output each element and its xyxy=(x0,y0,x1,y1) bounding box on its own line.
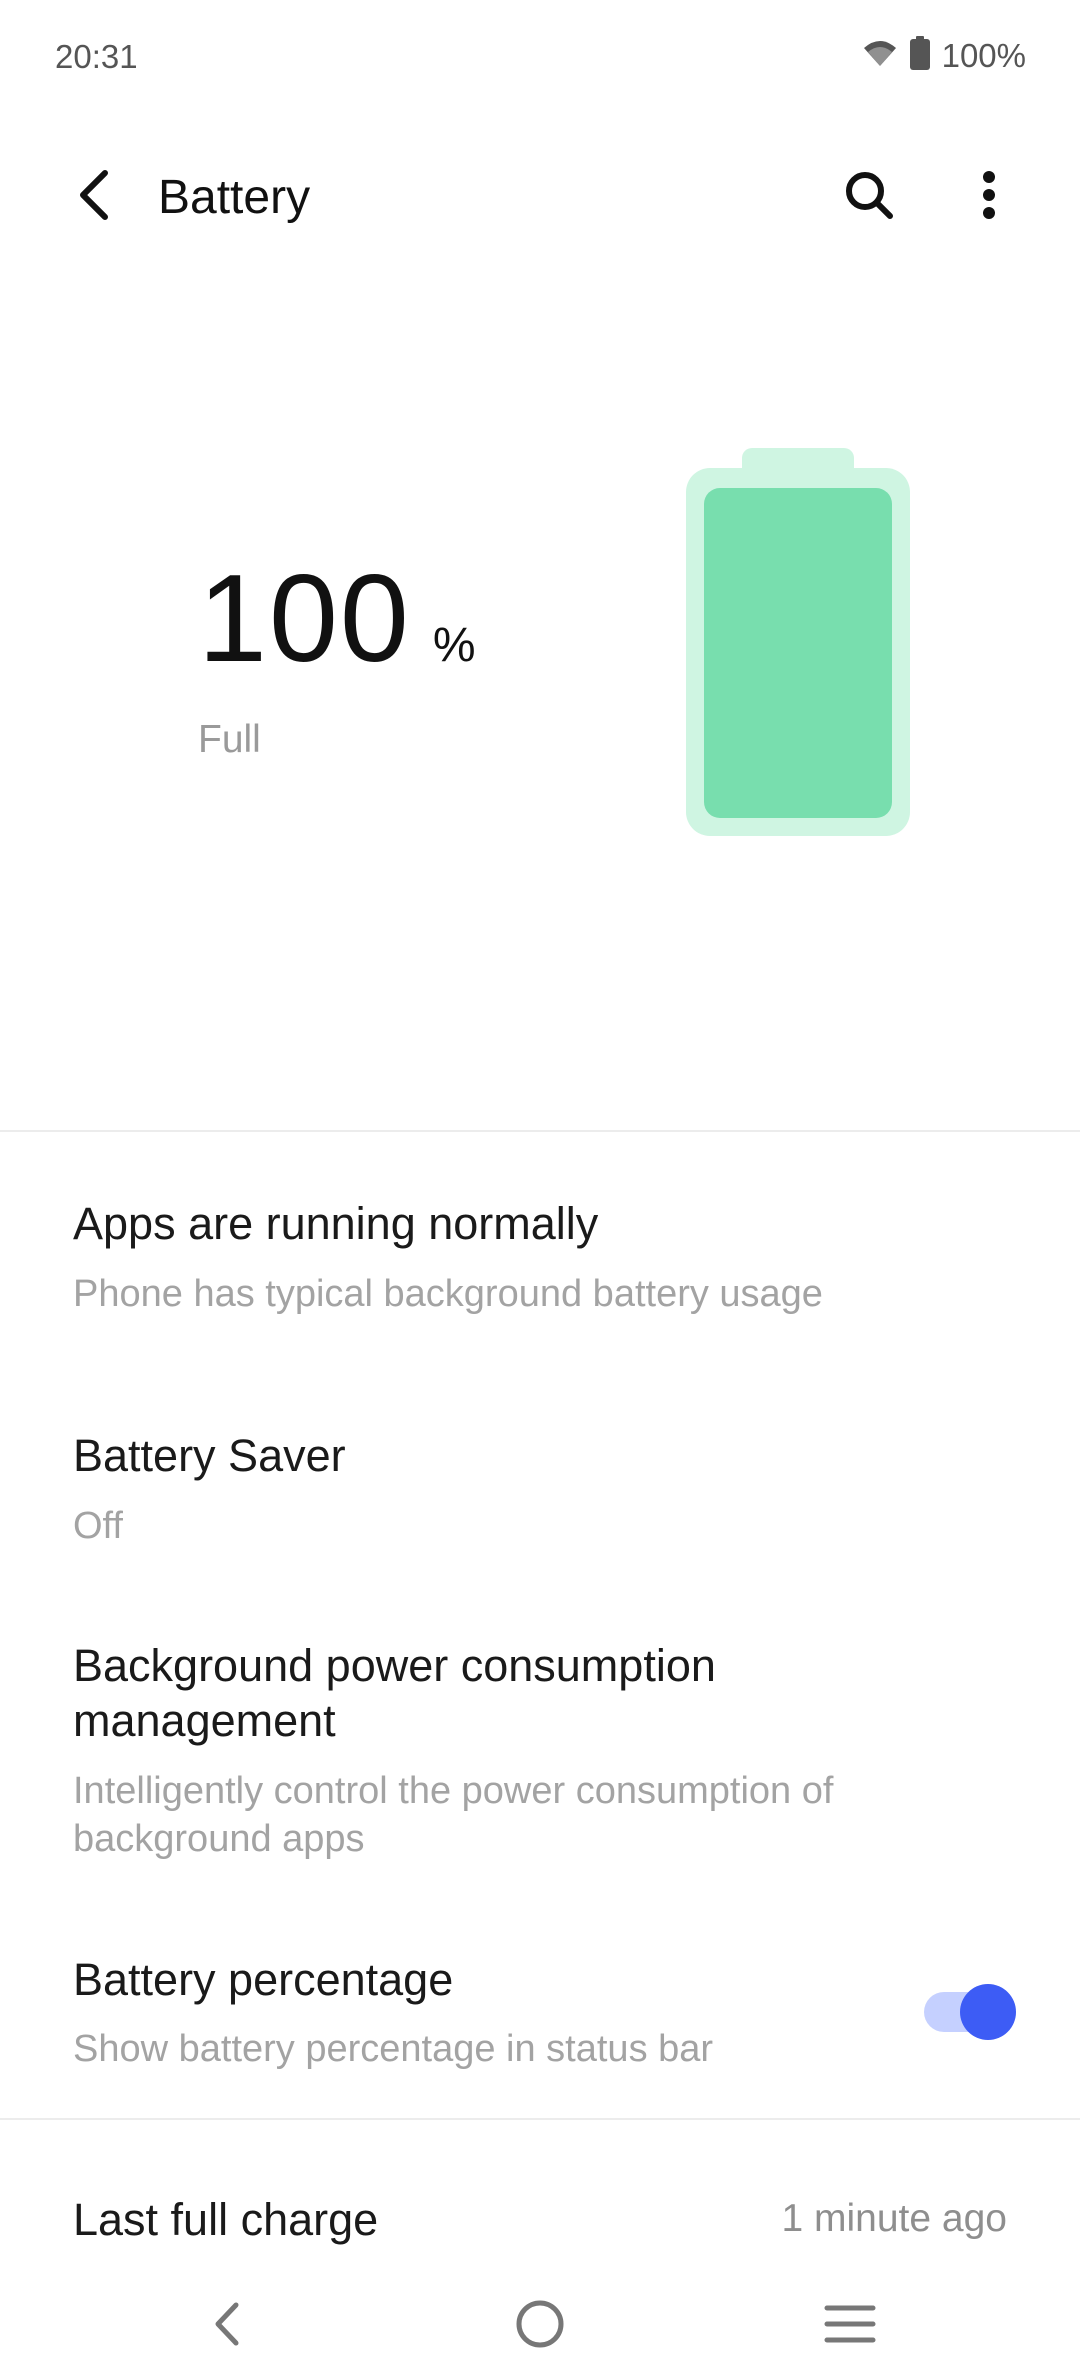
battery-fill xyxy=(704,488,892,818)
battery-level-number: 100 xyxy=(198,550,411,688)
apps-status-title: Apps are running normally xyxy=(73,1198,599,1249)
navigation-bar xyxy=(0,2276,1080,2376)
status-time: 20:31 xyxy=(55,38,138,75)
battery-percentage-toggle[interactable] xyxy=(920,1982,1020,2040)
last-full-charge-value: 1 minute ago xyxy=(781,2197,1008,2240)
nav-recents-button[interactable] xyxy=(810,2286,890,2366)
section-divider xyxy=(0,1130,1080,1132)
battery-graphic xyxy=(686,448,910,836)
battery-percentage-title: Battery percentage xyxy=(73,1954,454,2005)
back-button[interactable] xyxy=(60,162,130,232)
battery-percentage-subtitle: Show battery percentage in status bar xyxy=(73,2028,714,2070)
background-power-subtitle-line2: background apps xyxy=(73,1818,365,1860)
toggle-thumb xyxy=(960,1984,1016,2040)
more-options-button[interactable] xyxy=(954,162,1024,232)
wifi-icon xyxy=(862,38,898,73)
battery-graphic-svg xyxy=(686,448,910,836)
battery-level: 100 % xyxy=(198,548,476,690)
nav-recents-icon xyxy=(824,2302,876,2351)
last-full-charge-label: Last full charge xyxy=(73,2194,379,2245)
background-power-title-line2: management xyxy=(73,1695,336,1746)
app-bar: Battery xyxy=(0,150,1080,240)
more-vert-icon xyxy=(981,169,997,226)
back-arrow-icon xyxy=(75,169,115,226)
background-power-subtitle-line1: Intelligently control the power consumpt… xyxy=(73,1770,834,1812)
status-icons: 100% xyxy=(862,36,1026,75)
nav-back-icon xyxy=(208,2299,248,2354)
status-battery-percent: 100% xyxy=(941,36,1026,74)
nav-home-icon xyxy=(514,2298,566,2355)
battery-state: Full xyxy=(198,718,261,761)
battery-saver-subtitle: Off xyxy=(73,1505,123,1547)
battery-saver-row[interactable] xyxy=(0,1400,1080,1580)
search-icon xyxy=(843,169,895,226)
search-button[interactable] xyxy=(834,162,904,232)
page-title: Battery xyxy=(158,171,311,224)
battery-saver-title: Battery Saver xyxy=(73,1430,346,1481)
apps-status-subtitle: Phone has typical background battery usa… xyxy=(73,1273,823,1315)
background-power-title-line1: Background power consumption xyxy=(73,1640,716,1691)
nav-home-button[interactable] xyxy=(500,2286,580,2366)
battery-level-unit: % xyxy=(432,619,476,672)
apps-status-row[interactable] xyxy=(0,1160,1080,1360)
nav-back-button[interactable] xyxy=(188,2286,268,2366)
battery-icon xyxy=(909,36,930,75)
status-bar: 20:31 100% xyxy=(0,0,1080,120)
section-divider-2 xyxy=(0,2118,1080,2120)
